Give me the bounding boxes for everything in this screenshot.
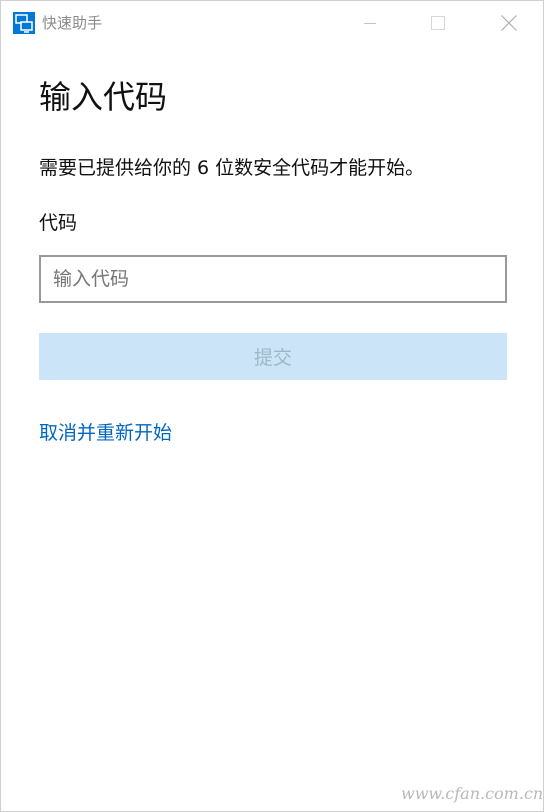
- instructions-text: 需要已提供给你的 6 位数安全代码才能开始。: [39, 157, 425, 179]
- submit-button[interactable]: 提交: [39, 333, 507, 380]
- close-icon: [501, 15, 517, 31]
- quick-assist-monitor-icon: [13, 12, 35, 34]
- cancel-and-restart-link[interactable]: 取消并重新开始: [39, 419, 172, 447]
- watermark: www.cfan.com.cn: [401, 784, 544, 803]
- close-button[interactable]: [486, 1, 532, 45]
- minimize-icon: [364, 23, 376, 24]
- code-input[interactable]: [39, 255, 507, 303]
- title-bar[interactable]: 快速助手: [1, 1, 543, 45]
- minimize-button[interactable]: [347, 1, 393, 45]
- app-title: 快速助手: [42, 14, 103, 32]
- quick-assist-window: 快速助手 输入代码 需要已提供给你的 6 位数安全代码才能开始。 代码 提交 取…: [0, 0, 544, 812]
- maximize-button[interactable]: [415, 1, 461, 45]
- maximize-icon: [431, 16, 445, 30]
- page-title: 输入代码: [39, 78, 168, 116]
- code-field-label: 代码: [39, 212, 78, 234]
